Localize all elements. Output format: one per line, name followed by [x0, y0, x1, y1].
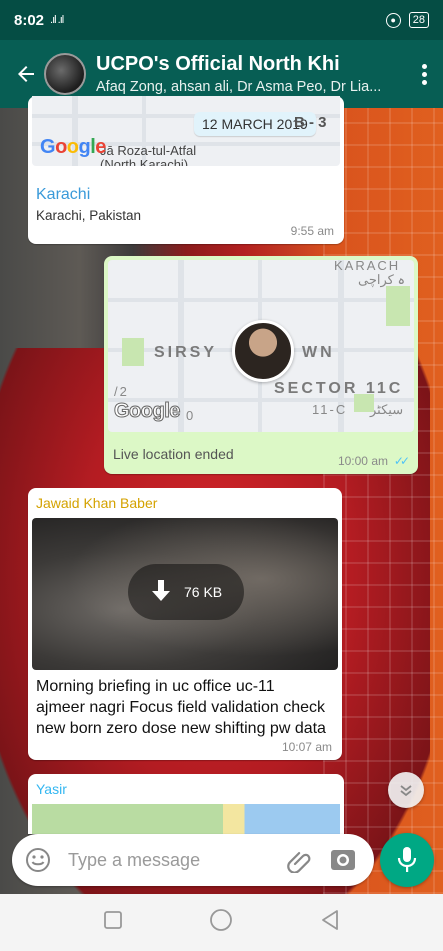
mic-button[interactable]: [380, 833, 434, 887]
download-size: 76 KB: [184, 584, 223, 600]
live-location-avatar: [232, 320, 294, 382]
chat-info[interactable]: UCPO's Official North Khi Afaq Zong, ahs…: [96, 53, 396, 95]
message-time: 10:00 am: [337, 454, 388, 468]
composer: [12, 834, 374, 886]
scroll-to-bottom-button[interactable]: [388, 772, 424, 808]
sender-name[interactable]: Yasir: [36, 781, 67, 797]
map-sector-label: B - 3: [294, 114, 327, 131]
google-logo: Google: [114, 400, 181, 423]
location-message[interactable]: 12 MARCH 2019 B - 3 Jā Roza-tul-Atfal (N…: [28, 96, 344, 244]
battery-icon: 28: [408, 12, 429, 28]
image-thumbnail[interactable]: 76 KB: [32, 518, 338, 670]
image-message[interactable]: Jawaid Khan Baber 76 KB Morning briefing…: [28, 488, 342, 760]
map-label-sector-sub: 11-C: [312, 402, 348, 417]
location-address: Karachi, Pakistan: [36, 208, 142, 223]
map-label-block-sub: 0: [186, 408, 196, 423]
group-avatar[interactable]: [44, 53, 86, 95]
read-ticks-icon: ✓✓: [393, 454, 410, 468]
emoji-icon[interactable]: [22, 844, 54, 876]
chat-members: Afaq Zong, ahsan ali, Dr Asma Peo, Dr Li…: [96, 79, 382, 95]
image-thumbnail[interactable]: [32, 804, 340, 834]
nav-back-icon[interactable]: [320, 909, 340, 936]
map-label-area: SIRSY: [154, 344, 218, 361]
location-name[interactable]: Karachi: [36, 186, 90, 204]
map-label-sector-urdu: سیکٹر: [370, 402, 404, 417]
live-location-status: Live location ended: [113, 446, 234, 462]
map-label-area-suffix: WN: [302, 344, 335, 361]
attach-icon[interactable]: [284, 845, 314, 875]
signal-icon: .ıl .ıl: [50, 14, 64, 26]
status-right: ● 28: [385, 12, 429, 28]
message-time: 9:55 am: [290, 224, 334, 238]
camera-icon[interactable]: [328, 845, 358, 875]
image-message-partial[interactable]: Yasir: [28, 774, 344, 834]
live-location-message[interactable]: KARACH ہ کراچی SIRSY WN SECTOR 11C 11-C …: [104, 256, 418, 474]
download-icon: [152, 580, 170, 601]
location-map[interactable]: 12 MARCH 2019 B - 3 Jā Roza-tul-Atfal (N…: [32, 96, 340, 166]
download-button[interactable]: 76 KB: [128, 564, 244, 620]
menu-dots-icon[interactable]: [419, 63, 429, 85]
map-label-sector: SECTOR 11C: [274, 380, 404, 397]
map-park: [386, 286, 410, 326]
map-park: [122, 338, 144, 366]
chevron-down-icon: [400, 785, 412, 797]
sender-name[interactable]: Jawaid Khan Baber: [36, 495, 157, 511]
navigation-bar: [0, 894, 443, 951]
nav-square-icon[interactable]: [103, 910, 123, 935]
live-location-map[interactable]: KARACH ہ کراچی SIRSY WN SECTOR 11C 11-C …: [108, 260, 414, 432]
clock: 8:02: [14, 11, 45, 29]
map-label-block: /2: [114, 384, 129, 399]
image-caption: Morning briefing in uc office uc-11 ajme…: [36, 678, 326, 737]
message-time: 10:07 am: [281, 740, 332, 754]
map-place-label: Jā Roza-tul-Atfal (North Karachi): [100, 143, 197, 167]
message-input[interactable]: [66, 848, 256, 872]
whatsapp-status-icon: ●: [385, 12, 401, 28]
nav-home-icon[interactable]: [209, 908, 233, 937]
chat-title: UCPO's Official North Khi: [96, 53, 340, 75]
map-label-karachi-urdu: ہ کراچی: [358, 272, 406, 287]
google-logo: Google: [40, 136, 106, 158]
back-arrow-icon[interactable]: [8, 54, 44, 94]
status-bar: 8:02 .ıl .ıl ● 28: [0, 0, 443, 40]
mic-icon: [397, 847, 417, 872]
